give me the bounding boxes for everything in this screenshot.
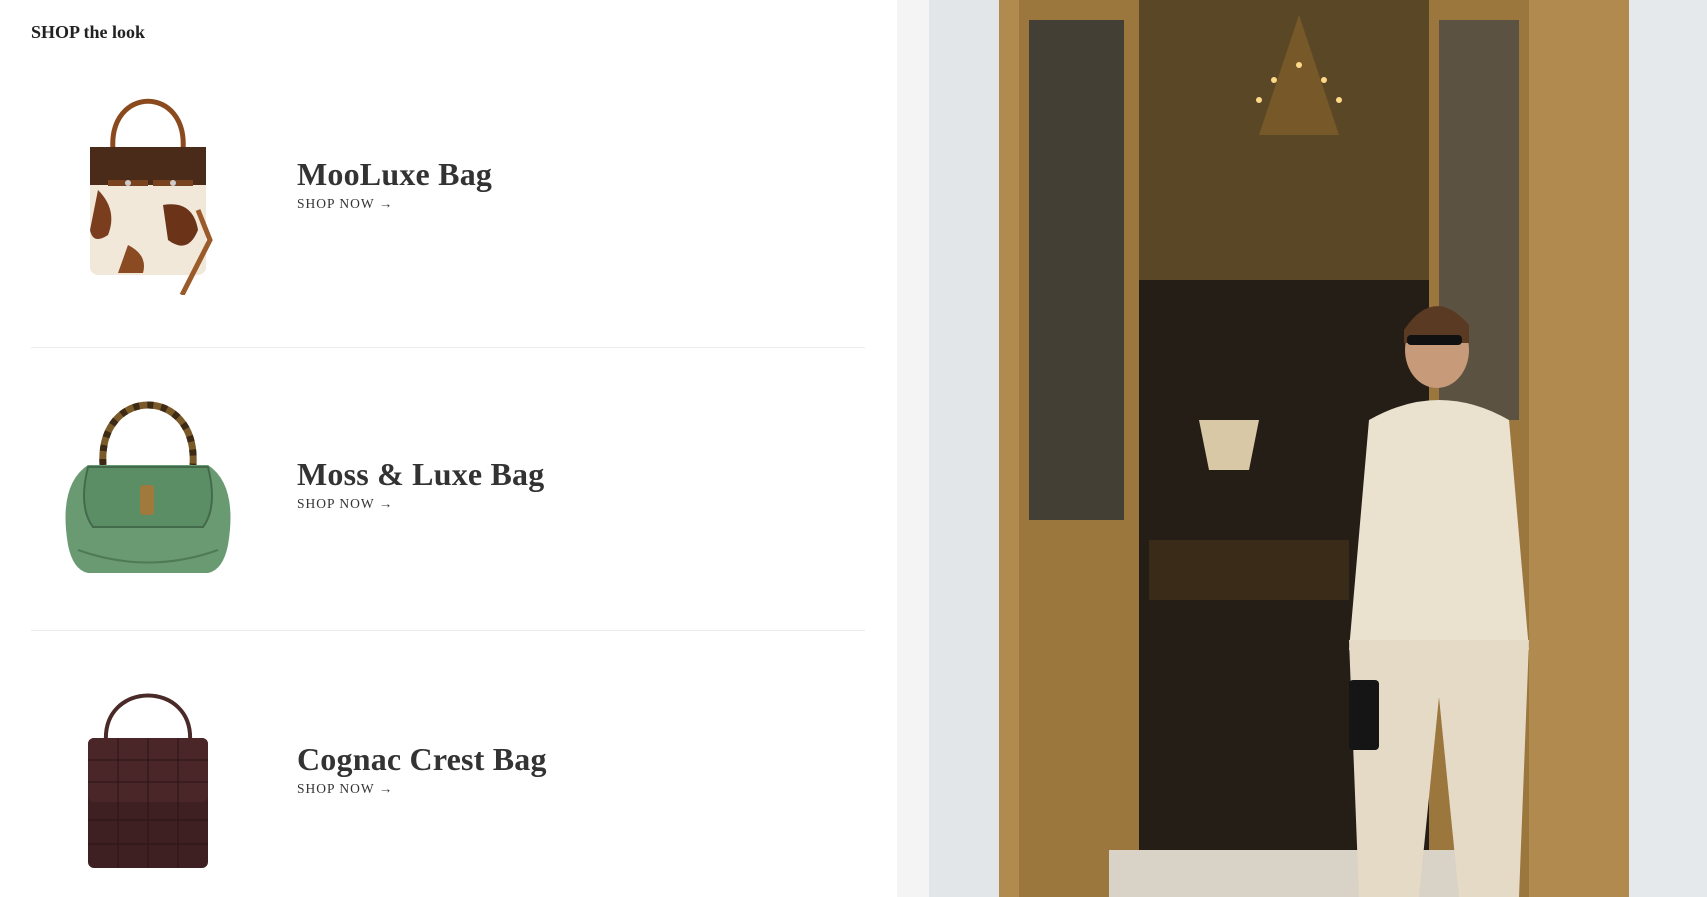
green-croc-bag-image[interactable]	[31, 370, 265, 600]
product-name[interactable]: Moss & Luxe Bag	[297, 458, 544, 490]
divider	[31, 347, 865, 348]
product-item-cognac-crest[interactable]: Cognac Crest Bag SHOP NOW →	[31, 655, 865, 885]
product-name[interactable]: Cognac Crest Bag	[297, 743, 547, 775]
section-title: SHOP the look	[31, 22, 146, 42]
product-name[interactable]: MooLuxe Bag	[297, 158, 492, 190]
cowhide-bag-image[interactable]	[31, 70, 265, 300]
product-item-mooluxe[interactable]: MooLuxe Bag SHOP NOW →	[31, 70, 865, 300]
divider	[31, 630, 865, 631]
shop-the-look-panel: SHOP the look MooLuxe Bag SHOP NOW → Mos…	[0, 0, 897, 897]
gutter	[897, 0, 929, 897]
brown-croc-bag-image[interactable]	[31, 655, 265, 885]
lookbook-photo	[929, 0, 1707, 897]
shop-now-link[interactable]: SHOP NOW →	[297, 781, 393, 797]
product-item-moss-luxe[interactable]: Moss & Luxe Bag SHOP NOW →	[31, 370, 865, 600]
shop-now-link[interactable]: SHOP NOW →	[297, 196, 393, 212]
shop-now-link[interactable]: SHOP NOW →	[297, 496, 393, 512]
lookbook-photo-illustration	[929, 0, 1707, 897]
